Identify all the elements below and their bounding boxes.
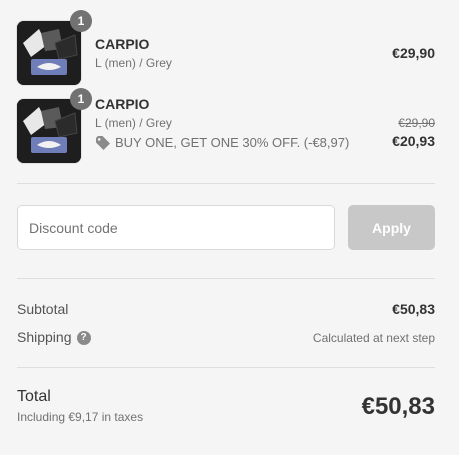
total-value: €50,83 xyxy=(361,393,435,420)
discount-line: BUY ONE, GET ONE 30% OFF. (-€8,97) xyxy=(95,135,349,150)
total-label: Total xyxy=(17,388,51,405)
subtotal-value: €50,83 xyxy=(392,301,435,317)
product-thumbnail: 1 xyxy=(17,88,92,163)
apply-button[interactable]: Apply xyxy=(348,205,435,250)
product-price: €20,93 xyxy=(392,133,435,149)
product-variant: L (men) / Grey xyxy=(95,56,172,70)
product-price: €29,90 xyxy=(392,45,435,61)
product-image xyxy=(17,21,81,85)
subtotal-label: Subtotal xyxy=(17,301,69,317)
shipping-row-label: Shipping? xyxy=(17,329,91,346)
quantity-badge: 1 xyxy=(70,88,92,110)
product-name: CARPIO xyxy=(95,96,150,112)
help-icon[interactable]: ? xyxy=(76,331,91,346)
divider xyxy=(17,367,435,368)
product-image xyxy=(17,99,81,163)
line-item: 1 CARPIO L (men) / Grey BUY ONE, GET ONE… xyxy=(17,88,435,165)
quantity-badge: 1 xyxy=(70,10,92,32)
product-name: CARPIO xyxy=(95,36,150,52)
shipping-value: Calculated at next step xyxy=(312,331,435,345)
product-thumbnail: 1 xyxy=(17,10,92,85)
tax-note: Including €9,17 in taxes xyxy=(17,410,144,424)
tag-icon xyxy=(96,135,110,150)
original-price: €29,90 xyxy=(398,116,435,130)
product-variant: L (men) / Grey xyxy=(95,116,172,130)
discount-code-input[interactable] xyxy=(17,205,335,250)
divider xyxy=(17,183,435,184)
divider xyxy=(17,278,435,279)
line-item: 1 CARPIO L (men) / Grey €29,90 xyxy=(17,10,435,87)
shipping-label: Shipping xyxy=(17,329,72,345)
discount-label: BUY ONE, GET ONE 30% OFF. (-€8,97) xyxy=(115,135,350,150)
